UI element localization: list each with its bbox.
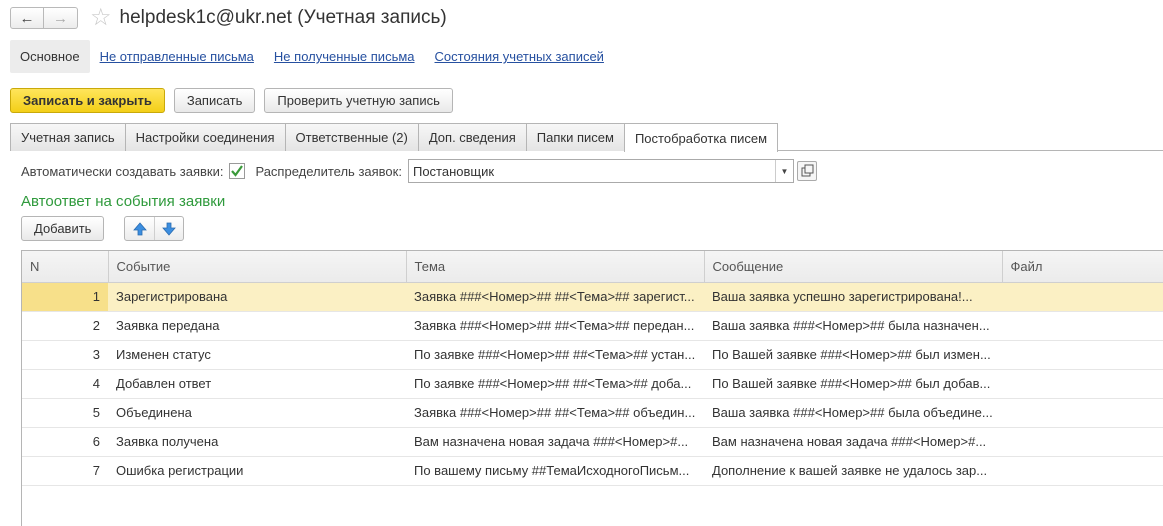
row-number: 6 xyxy=(22,427,108,457)
row-message: Дополнение к вашей заявке не удалось зар… xyxy=(704,456,1002,486)
tab-strip: Учетная запись Настройки соединения Отве… xyxy=(10,123,1163,152)
move-up-icon xyxy=(133,221,147,235)
add-button[interactable]: Добавить xyxy=(21,216,105,241)
row-subject: Заявка ###<Номер>## ##<Тема>## объедин..… xyxy=(406,398,704,428)
tab-responsible[interactable]: Ответственные (2) xyxy=(284,123,419,151)
tab-mail-postprocessing[interactable]: Постобработка писем xyxy=(623,123,779,152)
row-file xyxy=(1002,340,1163,370)
window-title: helpdesk1c@ukr.net (Учетная запись) xyxy=(119,7,447,28)
table-row[interactable]: 4 Добавлен ответ По заявке ###<Номер>## … xyxy=(22,369,1163,399)
check-account-button[interactable]: Проверить учетную запись xyxy=(264,88,453,113)
row-event: Изменен статус xyxy=(108,340,406,370)
row-subject: По вашему письму ##ТемаИсходногоПисьм... xyxy=(406,456,704,486)
row-file xyxy=(1002,427,1163,457)
move-down-icon xyxy=(162,222,177,236)
options-row: Автоматически создавать заявки: Распреде… xyxy=(21,159,817,183)
row-file xyxy=(1002,369,1163,399)
row-number: 3 xyxy=(22,340,108,370)
row-event: Объединена xyxy=(108,398,406,428)
table-header: N Событие Тема Сообщение Файл xyxy=(22,251,1163,283)
save-button[interactable]: Записать xyxy=(173,88,256,113)
row-number: 4 xyxy=(22,369,108,399)
row-message: Ваша заявка ###<Номер>## была объедине..… xyxy=(704,398,1002,428)
move-up-button[interactable] xyxy=(125,217,154,240)
row-event: Заявка получена xyxy=(108,427,406,457)
column-header-message[interactable]: Сообщение xyxy=(704,251,1003,283)
row-message: По Вашей заявке ###<Номер>## был измен..… xyxy=(704,340,1002,370)
row-subject: Заявка ###<Номер>## ##<Тема>## передан..… xyxy=(406,311,704,341)
row-subject: По заявке ###<Номер>## ##<Тема>## устан.… xyxy=(406,340,704,370)
tab-account[interactable]: Учетная запись xyxy=(10,123,126,151)
row-number: 5 xyxy=(22,398,108,428)
table-row[interactable]: 1 Зарегистрирована Заявка ###<Номер>## #… xyxy=(22,282,1163,312)
row-event: Зарегистрирована xyxy=(108,282,406,312)
auto-create-checkbox[interactable] xyxy=(229,163,246,179)
back-arrow-icon: ← xyxy=(19,9,35,27)
checkmark-icon xyxy=(229,163,246,179)
autoreply-table: N Событие Тема Сообщение Файл 1 Зарегист… xyxy=(21,250,1163,526)
row-subject: Заявка ###<Номер>## ##<Тема>## зарегист.… xyxy=(406,282,704,312)
dropdown-arrow-icon[interactable]: ▼ xyxy=(774,160,793,182)
row-message: Вам назначена новая задача ###<Номер>#..… xyxy=(704,427,1002,457)
back-button[interactable]: ← xyxy=(10,7,44,29)
nav-link-unreceived[interactable]: Не полученные письма xyxy=(274,49,415,64)
row-subject: Вам назначена новая задача ###<Номер>#..… xyxy=(406,427,704,457)
distributor-select[interactable]: Постановщик ▼ xyxy=(407,159,794,183)
row-file xyxy=(1002,311,1163,341)
table-row[interactable]: 2 Заявка передана Заявка ###<Номер>## ##… xyxy=(22,311,1163,341)
move-buttons xyxy=(124,216,185,241)
table-toolbar: Добавить xyxy=(21,216,185,241)
row-message: Ваша заявка успешно зарегистрирована!... xyxy=(704,282,1002,312)
forward-button[interactable]: → xyxy=(44,7,78,29)
row-number: 2 xyxy=(22,311,108,341)
auto-create-label: Автоматически создавать заявки: xyxy=(21,163,224,179)
row-event: Заявка передана xyxy=(108,311,406,341)
distributor-value: Постановщик xyxy=(412,163,495,179)
autoreply-section-title: Автоответ на события заявки xyxy=(21,193,226,210)
save-and-close-button[interactable]: Записать и закрыть xyxy=(10,88,165,113)
row-event: Добавлен ответ xyxy=(108,369,406,399)
row-subject: По заявке ###<Номер>## ##<Тема>## доба..… xyxy=(406,369,704,399)
column-header-n[interactable]: N xyxy=(22,251,109,283)
row-message: Ваша заявка ###<Номер>## была назначен..… xyxy=(704,311,1002,341)
row-message: По Вашей заявке ###<Номер>## был добав..… xyxy=(704,369,1002,399)
table-row[interactable]: 5 Объединена Заявка ###<Номер>## ##<Тема… xyxy=(22,398,1163,428)
column-header-subject[interactable]: Тема xyxy=(406,251,705,283)
tab-additional-info[interactable]: Доп. сведения xyxy=(417,123,527,151)
open-button[interactable] xyxy=(796,161,817,181)
table-row[interactable]: 6 Заявка получена Вам назначена новая за… xyxy=(22,427,1163,457)
column-header-file[interactable]: Файл xyxy=(1002,251,1163,283)
command-bar: Записать и закрыть Записать Проверить уч… xyxy=(10,88,453,113)
row-file xyxy=(1002,398,1163,428)
row-number: 7 xyxy=(22,456,108,486)
tab-mail-folders[interactable]: Папки писем xyxy=(525,123,625,151)
row-number: 1 xyxy=(22,282,108,312)
nav-link-account-states[interactable]: Состояния учетных записей xyxy=(435,49,604,64)
title-bar: ← → ☆ helpdesk1c@ukr.net (Учетная запись… xyxy=(10,6,447,30)
row-file xyxy=(1002,282,1163,312)
nav-link-unsent[interactable]: Не отправленные письма xyxy=(100,49,254,64)
nav-panel: Основное Не отправленные письма Не получ… xyxy=(10,40,614,73)
row-event: Ошибка регистрации xyxy=(108,456,406,486)
tab-connection-settings[interactable]: Настройки соединения xyxy=(124,123,286,151)
table-row[interactable]: 3 Изменен статус По заявке ###<Номер>## … xyxy=(22,340,1163,370)
open-icon xyxy=(801,164,814,177)
forward-arrow-icon: → xyxy=(53,9,68,27)
column-header-event[interactable]: Событие xyxy=(108,251,407,283)
distributor-label: Распределитель заявок: xyxy=(255,163,402,179)
star-icon[interactable]: ☆ xyxy=(90,6,112,30)
table-row[interactable]: 7 Ошибка регистрации По вашему письму ##… xyxy=(22,456,1163,486)
move-down-button[interactable] xyxy=(154,217,183,240)
row-file xyxy=(1002,456,1163,486)
nav-main[interactable]: Основное xyxy=(10,40,90,73)
